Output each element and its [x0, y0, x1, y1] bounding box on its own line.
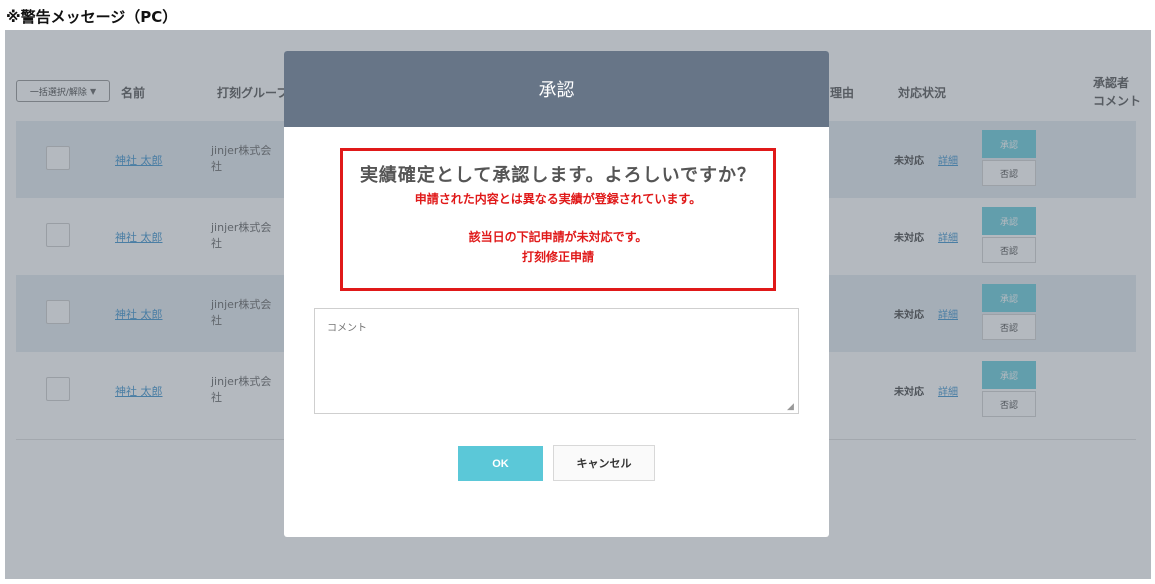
approval-modal: 承認 実績確定として承認します。よろしいですか？ 申請された内容とは異なる実績が…	[284, 51, 829, 537]
modal-title: 承認	[538, 80, 575, 101]
warning-mismatch-text: 申請された内容とは異なる実績が登録されています。	[414, 192, 702, 206]
warning-box: 実績確定として承認します。よろしいですか？ 申請された内容とは異なる実績が登録さ…	[340, 148, 776, 291]
comment-input[interactable]	[314, 308, 799, 414]
screen: 一括選択/解除 ▼ 名前 打刻グルーフ 理由 対応状況 承認者 コメント 神社 …	[5, 30, 1151, 579]
modal-header: 承認	[284, 51, 829, 127]
warning-main-text: 実績確定として承認します。よろしいですか？	[359, 165, 757, 186]
ok-button[interactable]: OK	[458, 446, 543, 481]
resize-grip-icon[interactable]: ◢	[787, 402, 794, 412]
page-heading: ※警告メッセージ（PC）	[6, 8, 178, 26]
warning-pending-text: 該当日の下記申請が未対応です。	[468, 230, 648, 244]
cancel-button[interactable]: キャンセル	[553, 445, 655, 481]
warning-request-type-text: 打刻修正申請	[521, 250, 594, 264]
